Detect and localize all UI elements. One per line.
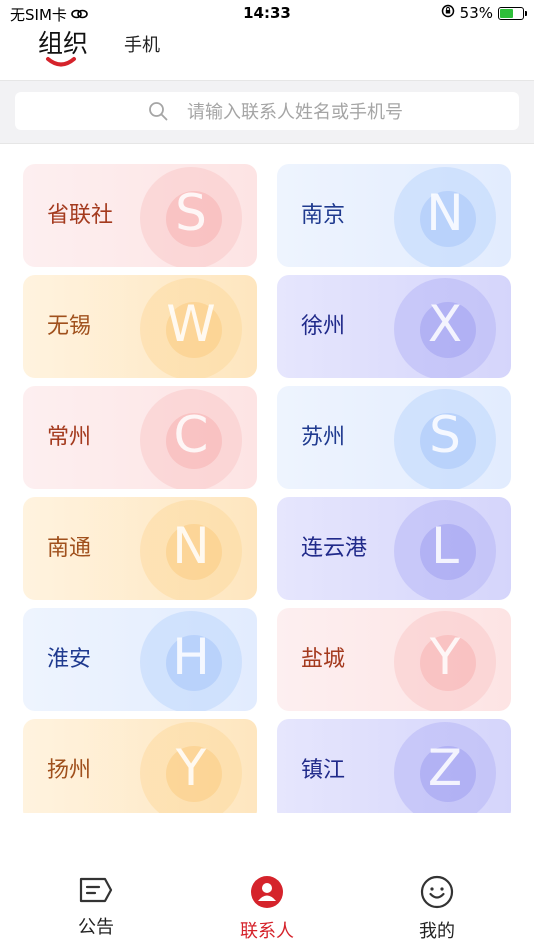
card-name: 省联社	[47, 203, 114, 228]
card-letter: Y	[429, 628, 461, 686]
region-card[interactable]: C 常州	[23, 386, 257, 489]
announcement-icon	[79, 877, 113, 903]
region-grid: S 省联社 N 南京 W 无锡 X 徐州 C 常州 S 苏州 N 南通 L 连云…	[0, 143, 534, 813]
card-name: 南京	[301, 203, 346, 228]
card-name: 徐州	[301, 314, 346, 339]
battery-fill	[500, 8, 513, 18]
card-letter: S	[175, 184, 207, 242]
region-card[interactable]: S 苏州	[277, 386, 511, 489]
card-name: 淮安	[47, 647, 92, 672]
region-card[interactable]: N 南通	[23, 497, 257, 600]
tab-org[interactable]: 组织	[38, 24, 88, 60]
region-card[interactable]: H 淮安	[23, 608, 257, 711]
header: 组织 手机	[0, 26, 534, 81]
region-card[interactable]: W 无锡	[23, 275, 257, 378]
bottom-tab-bar: 公告 联系人 我的	[0, 855, 534, 950]
orientation-lock-icon	[441, 4, 455, 22]
card-letter: S	[429, 406, 461, 464]
tab-phone[interactable]: 手机	[124, 31, 160, 57]
card-letter: N	[426, 184, 464, 242]
card-name: 常州	[47, 425, 92, 450]
card-letter: L	[431, 517, 459, 575]
active-tab-indicator	[46, 57, 76, 67]
region-card[interactable]: N 南京	[277, 164, 511, 267]
tab-announcement-label: 公告	[78, 917, 114, 938]
tab-contacts[interactable]: 联系人	[207, 875, 327, 943]
search-box[interactable]	[15, 92, 519, 130]
tab-announcement[interactable]: 公告	[36, 875, 156, 939]
tab-mine[interactable]: 我的	[377, 875, 497, 943]
region-card[interactable]: L 连云港	[277, 497, 511, 600]
search-icon	[149, 102, 168, 121]
card-name: 扬州	[47, 758, 92, 783]
smile-icon	[420, 875, 454, 909]
region-card[interactable]: Y 盐城	[277, 608, 511, 711]
region-card[interactable]: Z 镇江	[277, 719, 511, 813]
card-letter: Z	[427, 739, 463, 797]
card-name: 连云港	[301, 536, 368, 561]
search-bar	[0, 81, 534, 144]
region-card[interactable]: S 省联社	[23, 164, 257, 267]
contacts-icon	[251, 876, 283, 908]
card-name: 盐城	[301, 647, 346, 672]
status-bar: 无SIM卡 14:33 53%	[0, 0, 534, 26]
battery-percent: 53%	[459, 4, 493, 22]
card-letter: W	[166, 295, 216, 353]
tab-contacts-label: 联系人	[240, 921, 294, 942]
region-card[interactable]: X 徐州	[277, 275, 511, 378]
card-letter: X	[427, 295, 463, 353]
card-letter: Y	[175, 739, 207, 797]
card-name: 无锡	[47, 314, 92, 339]
search-input[interactable]	[185, 96, 489, 128]
card-name: 镇江	[301, 758, 346, 783]
region-card[interactable]: Y 扬州	[23, 719, 257, 813]
tab-mine-label: 我的	[419, 921, 455, 942]
status-right: 53%	[441, 4, 527, 22]
card-letter: H	[172, 628, 210, 686]
card-name: 南通	[47, 536, 92, 561]
battery-icon	[498, 6, 527, 20]
card-letter: C	[173, 406, 209, 464]
card-letter: N	[172, 517, 210, 575]
card-name: 苏州	[301, 425, 346, 450]
